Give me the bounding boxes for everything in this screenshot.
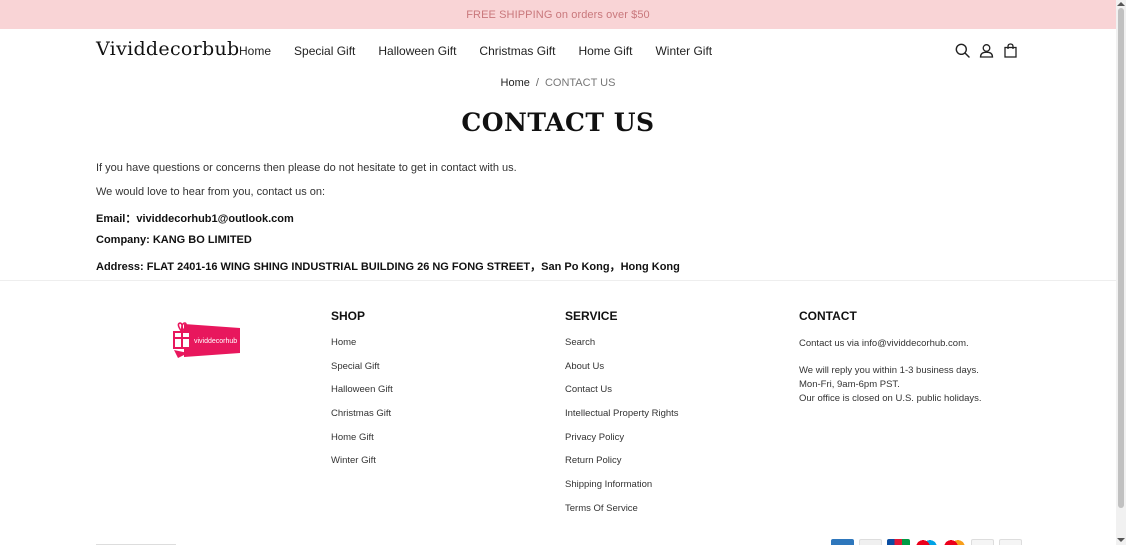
- mastercard-icon: [943, 539, 966, 545]
- footer-link-search[interactable]: Search: [565, 337, 679, 361]
- company-line: Company: KANG BO LIMITED: [96, 234, 252, 246]
- header-icons: [955, 43, 1018, 58]
- footer-divider: [0, 280, 1116, 281]
- amex-icon: [831, 539, 854, 545]
- footer-link-special-gift[interactable]: Special Gift: [331, 361, 393, 385]
- footer-link-home-gift[interactable]: Home Gift: [331, 432, 393, 456]
- payment-icons: [831, 539, 1022, 545]
- footer-link-ip-rights[interactable]: Intellectual Property Rights: [565, 408, 679, 432]
- footer-link-winter-gift[interactable]: Winter Gift: [331, 455, 393, 479]
- footer-link-contact-us[interactable]: Contact Us: [565, 384, 679, 408]
- footer-link-halloween-gift[interactable]: Halloween Gift: [331, 384, 393, 408]
- main-nav: Home Special Gift Halloween Gift Christm…: [239, 44, 735, 58]
- announcement-bar: FREE SHIPPING on orders over $50: [0, 0, 1116, 29]
- nav-home[interactable]: Home: [239, 44, 271, 58]
- maestro-icon: [915, 539, 938, 545]
- account-icon[interactable]: [979, 43, 994, 58]
- jcb-icon: [887, 539, 910, 545]
- cart-icon[interactable]: [1003, 43, 1018, 58]
- breadcrumb-current: CONTACT US: [544, 77, 616, 89]
- contact-prompt: We would love to hear from you, contact …: [96, 186, 326, 198]
- visa-icon: [999, 539, 1022, 545]
- address-line: Address: FLAT 2401-16 WING SHING INDUSTR…: [96, 261, 680, 273]
- nav-special-gift[interactable]: Special Gift: [294, 44, 355, 58]
- footer-shop-column: SHOP Home Special Gift Halloween Gift Ch…: [331, 309, 393, 479]
- search-icon[interactable]: [955, 43, 970, 58]
- footer-link-privacy-policy[interactable]: Privacy Policy: [565, 432, 679, 456]
- nav-home-gift[interactable]: Home Gift: [578, 44, 632, 58]
- footer-link-shipping-info[interactable]: Shipping Information: [565, 479, 679, 503]
- footer-link-christmas-gift[interactable]: Christmas Gift: [331, 408, 393, 432]
- footer-link-return-policy[interactable]: Return Policy: [565, 455, 679, 479]
- nav-halloween-gift[interactable]: Halloween Gift: [378, 44, 456, 58]
- footer-service-column: SERVICE Search About Us Contact Us Intel…: [565, 309, 679, 527]
- footer-contact-reply: We will reply you within 1-3 business da…: [799, 365, 979, 376]
- footer-contact-hours: Mon-Fri, 9am-6pm PST.: [799, 379, 900, 390]
- scroll-down-icon[interactable]: [1117, 538, 1125, 542]
- footer-link-terms[interactable]: Terms Of Service: [565, 503, 679, 527]
- announcement-text: FREE SHIPPING on orders over $50: [466, 8, 650, 21]
- footer-link-about-us[interactable]: About Us: [565, 361, 679, 385]
- discover-icon: [859, 539, 882, 545]
- site-logo[interactable]: Vividdecorbub: [96, 38, 239, 60]
- scroll-up-icon[interactable]: [1117, 2, 1125, 6]
- intro-text: If you have questions or concerns then p…: [96, 162, 517, 174]
- page-title: CONTACT US: [461, 108, 655, 137]
- scrollbar-thumb[interactable]: [1118, 8, 1124, 508]
- breadcrumb-separator: /: [535, 77, 539, 89]
- page-scrollbar[interactable]: [1116, 0, 1126, 545]
- footer-contact-title: CONTACT: [799, 309, 857, 323]
- footer-logo-text: vividdecorhub: [194, 338, 237, 345]
- footer-contact-column: CONTACT Contact us via info@vividdecorhu…: [799, 309, 982, 406]
- nav-christmas-gift[interactable]: Christmas Gift: [479, 44, 555, 58]
- breadcrumb-home[interactable]: Home: [501, 77, 530, 89]
- email-line: Email：vividdecorhub1@outlook.com: [96, 213, 294, 225]
- footer-link-home[interactable]: Home: [331, 337, 393, 361]
- footer-logo[interactable]: vividdecorhub: [172, 320, 242, 360]
- footer-contact-holidays: Our office is closed on U.S. public holi…: [799, 393, 982, 404]
- footer-contact-email: Contact us via info@vividdecorhub.com.: [799, 338, 969, 349]
- footer-shop-title: SHOP: [331, 309, 366, 323]
- site-header: Vividdecorbub Home Special Gift Hallowee…: [0, 29, 1116, 74]
- footer-service-title: SERVICE: [565, 309, 618, 323]
- breadcrumb: Home / CONTACT US: [0, 77, 1116, 89]
- paypal-icon: [971, 539, 994, 545]
- nav-winter-gift[interactable]: Winter Gift: [655, 44, 712, 58]
- copyright-text: [96, 541, 176, 545]
